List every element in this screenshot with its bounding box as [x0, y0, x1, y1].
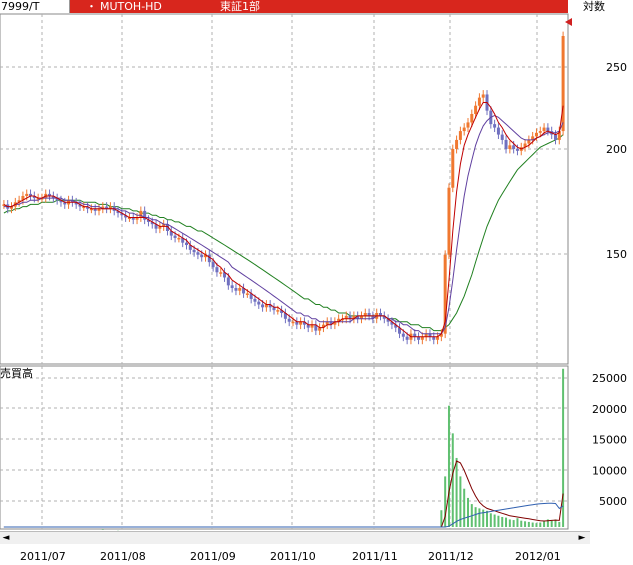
volume-tick-label: 10000	[592, 464, 627, 477]
volume-bar	[508, 519, 511, 527]
candle-body	[527, 139, 531, 144]
volume-bar	[558, 521, 561, 527]
candle-body	[470, 113, 474, 123]
volume-bar	[535, 523, 538, 527]
volume-panel	[0, 365, 569, 530]
candle-body	[245, 293, 249, 295]
volume-bar	[520, 520, 523, 527]
candle-body	[553, 134, 557, 140]
volume-tick-label: 15000	[592, 434, 627, 447]
candle-body	[451, 149, 455, 188]
volume-bar	[516, 518, 519, 527]
date-tick-label: 2011/10	[270, 550, 316, 563]
candle-body	[211, 262, 215, 268]
candle-body	[481, 94, 485, 98]
volume-bar	[512, 520, 515, 527]
candle-body	[561, 36, 565, 132]
scroll-right-button[interactable]: ►	[576, 532, 588, 544]
price-tick-label: 150	[606, 248, 627, 261]
candle-body	[496, 127, 500, 135]
candle-body	[291, 321, 295, 324]
volume-bar	[493, 514, 496, 527]
volume-bar	[478, 508, 481, 527]
candle-body	[474, 105, 478, 114]
date-tick-label: 2011/08	[100, 550, 146, 563]
candle-body	[493, 124, 497, 128]
volume-bar	[474, 507, 477, 527]
candle-body	[200, 254, 204, 258]
candle-body	[184, 242, 188, 246]
price-chart: 250 200 150 25000 20000 15000 10000 5000	[0, 13, 627, 532]
volume-bar	[550, 520, 553, 527]
volume-bar	[539, 522, 542, 527]
date-tick-label: 2012/01	[515, 550, 561, 563]
candle-body	[546, 127, 550, 132]
candle-body	[287, 318, 291, 322]
volume-bar	[543, 521, 546, 527]
candle-body	[276, 310, 280, 312]
volume-bar	[531, 522, 534, 527]
volume-bar	[466, 497, 469, 527]
candle-body	[512, 145, 516, 149]
volume-bar	[524, 521, 527, 527]
candle-body	[477, 97, 481, 106]
candle-body	[447, 187, 451, 255]
candle-body	[219, 272, 223, 274]
date-tick-label: 2011/11	[352, 550, 398, 563]
volume-bar	[527, 521, 530, 527]
volume-bar	[455, 457, 458, 527]
candle-body	[261, 304, 265, 308]
candle-body	[542, 127, 546, 132]
date-tick-label: 2011/12	[428, 550, 474, 563]
candle-body	[458, 131, 462, 140]
candle-body	[226, 277, 230, 286]
candle-body	[177, 237, 181, 240]
candle-body	[534, 132, 538, 137]
candle-body	[257, 301, 261, 305]
volume-bar	[447, 405, 450, 527]
candle-body	[508, 145, 512, 149]
price-tick-label: 200	[606, 143, 627, 156]
candle-body	[253, 298, 257, 302]
candle-body	[504, 139, 508, 149]
volume-panel-title: 売買高	[0, 367, 33, 380]
candle-body	[466, 122, 470, 128]
volume-bar	[486, 510, 489, 527]
volume-bar	[497, 515, 500, 527]
candle-body	[500, 134, 504, 140]
scroll-left-button[interactable]: ◄	[0, 532, 12, 544]
candle-body	[462, 127, 466, 132]
volume-bar	[562, 368, 565, 527]
candle-body	[173, 235, 177, 238]
volume-bar	[505, 517, 508, 527]
date-tick-label: 2011/09	[190, 550, 236, 563]
candle-body	[196, 252, 200, 255]
volume-bar	[463, 488, 466, 527]
candle-body	[238, 288, 242, 291]
candle-body	[234, 288, 238, 291]
volume-tick-label: 20000	[592, 403, 627, 416]
candle-body	[515, 149, 519, 151]
price-tick-label: 250	[606, 61, 627, 74]
horizontal-scrollbar[interactable]: ◄ ►	[0, 531, 590, 544]
volume-bar	[489, 513, 492, 527]
volume-tick-label: 5000	[599, 495, 627, 508]
candle-body	[230, 285, 234, 289]
candle-body	[215, 267, 219, 273]
candle-body	[455, 139, 459, 149]
volume-bar	[501, 516, 504, 527]
candle-body	[538, 131, 542, 133]
candle-body	[405, 336, 409, 340]
candle-body	[192, 249, 196, 253]
volume-bar	[101, 529, 104, 530]
volume-bar	[451, 433, 454, 527]
date-tick-label: 2011/07	[20, 550, 66, 563]
candle-body	[25, 193, 29, 196]
candle-body	[401, 333, 405, 337]
volume-tick-label: 25000	[592, 372, 627, 385]
